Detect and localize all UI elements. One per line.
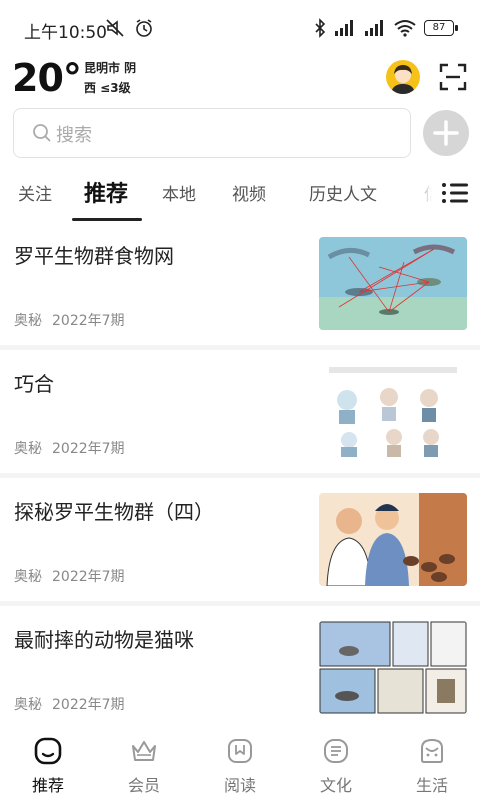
header: 20° 昆明市 阴 西 ≤3级 [0,56,480,104]
article-thumbnail [319,493,467,586]
recommend-icon [34,737,62,765]
article-thumbnail [319,237,467,330]
article-feed: 罗平生物群食物网 奥秘 2022年7期 巧合 奥秘 2022年7期 探秘罗平生物… [0,222,480,734]
bluetooth-icon [315,18,326,38]
nav-read[interactable]: 阅读 [200,736,280,796]
nav-member[interactable]: 会员 [104,736,184,796]
article-title: 罗平生物群食物网 [14,244,174,268]
signal-icon-2 [365,20,383,36]
list-item[interactable]: 最耐摔的动物是猫咪 奥秘 2022年7期 [0,606,480,734]
nav-life[interactable]: 生活 [392,736,472,796]
life-icon [421,738,443,763]
article-thumbnail [319,365,467,458]
scan-icon[interactable] [438,62,468,92]
search-input[interactable]: 搜索 [13,108,411,158]
nav-label: 会员 [127,776,160,795]
search-placeholder: 搜索 [56,125,92,146]
article-title: 最耐摔的动物是猫咪 [14,628,194,652]
add-button[interactable] [423,110,469,156]
article-issue: 2022年7期 [52,441,125,457]
comic-illustration [319,365,467,458]
cat-comic-illustration [319,621,467,714]
status-time: 上午10:50 [24,23,107,43]
nav-recommend[interactable]: 推荐 [8,736,88,796]
article-source: 奥秘 [14,569,42,585]
plus-icon [433,120,459,146]
temperature[interactable]: 20° [12,56,82,100]
article-source: 奥秘 [14,441,42,457]
bottom-nav: 推荐 会员 阅读 文化 生活 [0,728,480,800]
status-bar: 上午10:50 87 [0,0,480,56]
article-title: 巧合 [14,372,54,396]
weather-info[interactable]: 昆明市 阴 西 ≤3级 [84,58,136,98]
user-avatar-icon [391,65,415,94]
battery-icon: 87 [424,20,458,36]
wifi-icon [394,20,416,37]
tab-follow[interactable]: 关注 [18,180,52,205]
avatar[interactable] [386,60,420,94]
researchers-illustration [319,493,467,586]
culture-icon [324,739,348,763]
tab-local[interactable]: 本地 [162,180,196,205]
list-item[interactable]: 探秘罗平生物群（四） 奥秘 2022年7期 [0,478,480,606]
mute-icon [106,19,124,37]
nav-label: 文化 [319,776,352,795]
book-icon [228,739,252,763]
food-web-illustration [319,237,467,330]
active-tab-indicator [72,218,142,221]
search-icon [33,124,51,142]
nav-label: 推荐 [31,776,64,795]
nav-label: 阅读 [223,776,256,795]
list-item[interactable]: 罗平生物群食物网 奥秘 2022年7期 [0,222,480,350]
nav-label: 生活 [415,776,448,795]
article-issue: 2022年7期 [52,569,125,585]
signal-icon [335,20,353,36]
article-source: 奥秘 [14,313,42,329]
list-item[interactable]: 巧合 奥秘 2022年7期 [0,350,480,478]
article-source: 奥秘 [14,697,42,713]
city-condition: 昆明市 阴 [84,61,137,75]
article-title: 探秘罗平生物群（四） [14,500,214,524]
crown-icon [132,741,156,761]
tab-video[interactable]: 视频 [232,180,266,205]
channel-list-icon[interactable] [440,180,470,206]
alarm-icon [136,19,152,37]
channel-tabs: 关注 推荐 本地 视频 历史人文 信 [0,168,480,222]
wind-info: 西 ≤3级 [84,81,131,95]
nav-culture[interactable]: 文化 [296,736,376,796]
article-thumbnail [319,621,467,714]
article-issue: 2022年7期 [52,313,125,329]
tab-history-culture[interactable]: 历史人文 [309,180,377,205]
tab-recommend[interactable]: 推荐 [84,176,128,208]
article-issue: 2022年7期 [52,697,125,713]
